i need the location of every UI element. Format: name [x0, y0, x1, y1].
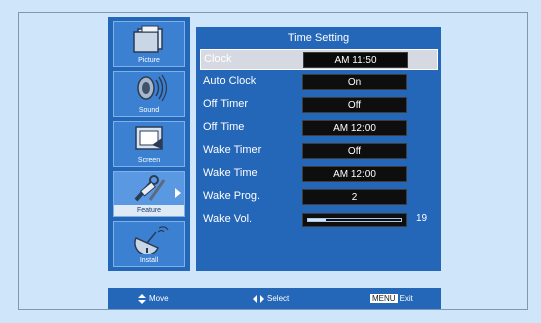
row-label: Wake Time	[203, 167, 258, 179]
row-value[interactable]: AM 11:50	[303, 52, 408, 68]
row-wake-timer[interactable]: Wake Timer Off	[200, 141, 438, 162]
sidebar-item-label: Install	[139, 257, 159, 264]
row-off-timer[interactable]: Off Timer Off	[200, 95, 438, 116]
menu-key[interactable]: MENU	[370, 294, 398, 303]
panel-title: Time Setting	[287, 32, 350, 44]
row-value[interactable]: Off	[302, 143, 407, 159]
row-label: Clock	[204, 53, 232, 65]
row-value[interactable]: On	[302, 74, 407, 90]
row-value[interactable]: 2	[302, 189, 407, 205]
row-wake-vol[interactable]: Wake Vol. 19	[200, 210, 438, 231]
row-label: Wake Vol.	[203, 213, 253, 225]
feature-icon	[114, 174, 184, 204]
sidebar-item-label: Picture	[138, 57, 160, 64]
time-setting-panel: Time Setting Clock AM 11:50 Auto Clock O…	[196, 27, 441, 271]
slider-track	[307, 218, 402, 222]
screen-icon	[114, 124, 184, 154]
picture-icon	[114, 24, 184, 54]
left-right-arrows-icon	[253, 294, 264, 303]
row-value[interactable]: Off	[302, 97, 407, 113]
help-bar: Move Select MENU Exit	[108, 288, 441, 309]
row-label: Off Time	[203, 121, 245, 133]
row-value[interactable]: AM 12:00	[302, 120, 407, 136]
row-value[interactable]: AM 12:00	[302, 166, 407, 182]
sidebar-item-label: Feature	[114, 205, 184, 216]
wake-volume-slider[interactable]	[302, 213, 407, 227]
exit-hint: MENU Exit	[370, 294, 413, 303]
sidebar-item-picture[interactable]: Picture	[113, 21, 185, 67]
row-clock[interactable]: Clock AM 11:50	[200, 49, 438, 70]
move-label: Move	[149, 294, 169, 304]
exit-label: Exit	[399, 294, 413, 303]
sidebar-item-sound[interactable]: Sound	[113, 71, 185, 117]
sidebar: Picture Sound Screen Feature Install	[108, 17, 190, 271]
sidebar-item-screen[interactable]: Screen	[113, 121, 185, 167]
row-label: Off Timer	[203, 98, 249, 110]
slider-fill	[308, 219, 326, 221]
row-wake-time[interactable]: Wake Time AM 12:00	[200, 164, 438, 185]
row-label: Wake Prog.	[203, 190, 261, 202]
install-icon	[114, 224, 184, 254]
row-wake-prog[interactable]: Wake Prog. 2	[200, 187, 438, 208]
row-off-time[interactable]: Off Time AM 12:00	[200, 118, 438, 139]
select-hint: Select	[253, 294, 289, 303]
row-label: Auto Clock	[203, 75, 257, 87]
select-label: Select	[267, 294, 290, 303]
sound-icon	[114, 74, 184, 104]
move-hint: Move	[138, 294, 169, 304]
sidebar-item-label: Screen	[137, 157, 161, 164]
sidebar-item-install[interactable]: Install	[113, 221, 185, 267]
selected-arrow-icon	[175, 188, 181, 198]
row-label: Wake Timer	[203, 144, 262, 156]
sidebar-item-feature[interactable]: Feature	[113, 171, 185, 217]
row-auto-clock[interactable]: Auto Clock On	[200, 72, 438, 93]
sidebar-item-label: Sound	[138, 107, 160, 114]
up-down-arrows-icon	[138, 294, 146, 304]
wake-volume-value: 19	[416, 213, 428, 224]
